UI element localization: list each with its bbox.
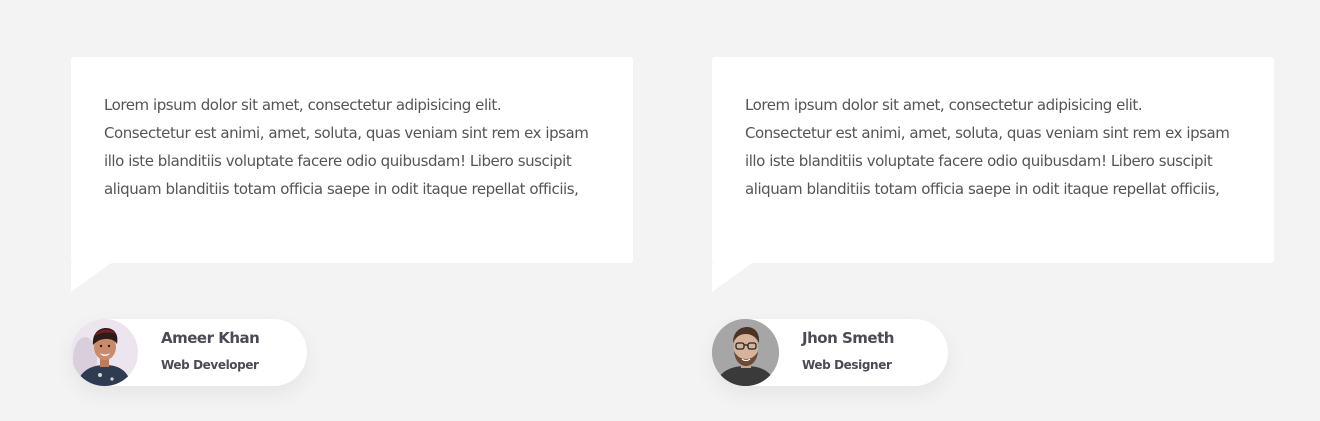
quote-line: aliquam blanditiis totam officia saepe i… <box>745 180 1220 198</box>
quote-line: Lorem ipsum dolor sit amet, consectetur … <box>104 96 502 114</box>
quote-line: aliquam blanditiis totam officia saepe i… <box>104 180 579 198</box>
author-badge: Jhon Smeth Web Designer <box>712 319 948 386</box>
quote-line: illo iste blanditiis voluptate facere od… <box>104 152 572 170</box>
quote-line: Lorem ipsum dolor sit amet, consectetur … <box>745 96 1143 114</box>
testimonial-card: Lorem ipsum dolor sit amet, consectetur … <box>712 57 1274 386</box>
quote-bubble: Lorem ipsum dolor sit amet, consectetur … <box>712 57 1274 292</box>
testimonial-card: Lorem ipsum dolor sit amet, consectetur … <box>71 57 633 386</box>
quote-text: Lorem ipsum dolor sit amet, consectetur … <box>104 91 603 203</box>
author-name: Ameer Khan <box>161 329 260 347</box>
avatar <box>712 319 779 386</box>
avatar <box>71 319 138 386</box>
author-role: Web Designer <box>802 358 892 372</box>
bubble-tail <box>71 263 111 292</box>
author-role: Web Developer <box>161 358 259 372</box>
quote-line: Consectetur est animi, amet, soluta, qua… <box>104 124 589 142</box>
author-name: Jhon Smeth <box>802 329 894 347</box>
quote-bubble: Lorem ipsum dolor sit amet, consectetur … <box>71 57 633 292</box>
quote-text: Lorem ipsum dolor sit amet, consectetur … <box>745 91 1244 203</box>
author-badge: Ameer Khan Web Developer <box>71 319 307 386</box>
quote-line: Consectetur est animi, amet, soluta, qua… <box>745 124 1230 142</box>
bubble-tail <box>712 263 752 292</box>
quote-line: illo iste blanditiis voluptate facere od… <box>745 152 1213 170</box>
